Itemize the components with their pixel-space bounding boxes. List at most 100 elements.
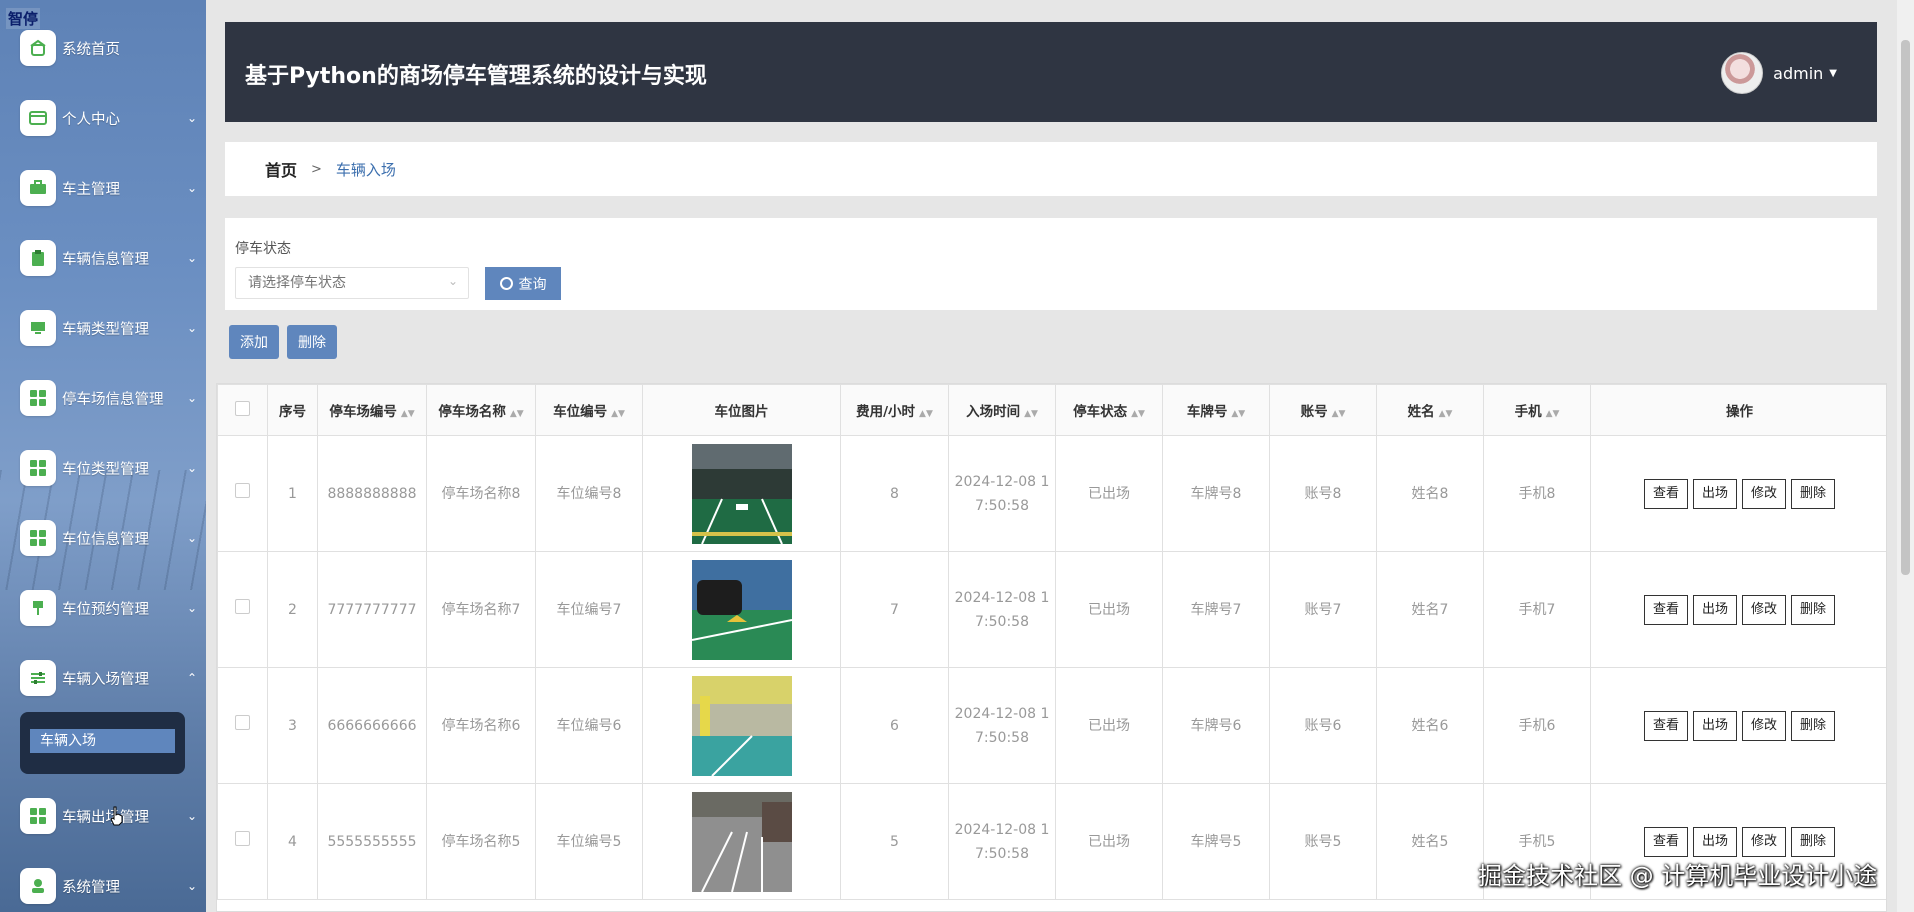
cell-entry-time: 2024-12-08 1 7:50:58 [948, 551, 1056, 668]
sort-icon: ▲▼ [1331, 409, 1346, 419]
cell-index: 1 [267, 435, 318, 552]
cell-plate: 车牌号6 [1162, 667, 1270, 784]
edit-button[interactable]: 修改 [1742, 478, 1787, 509]
sidebar-item-home[interactable]: 系统首页 [20, 28, 200, 68]
edit-button[interactable]: 修改 [1742, 826, 1787, 857]
entry-time-line2: 7:50:58 [975, 845, 1029, 862]
sidebar-item-owners[interactable]: 车主管理 ⌄ [20, 168, 200, 208]
delete-button[interactable]: 删除 [1791, 478, 1836, 509]
view-button[interactable]: 查看 [1643, 594, 1688, 625]
col-header[interactable]: 姓名 ▲▼ [1376, 384, 1484, 436]
sidebar-item-entry[interactable]: 车辆入场管理 ⌃ [20, 658, 200, 698]
sidebar-item-system[interactable]: 系统管理 ⌄ [20, 866, 200, 906]
select-all-checkbox[interactable] [217, 384, 268, 436]
col-header[interactable]: 费用/小时 ▲▼ [840, 384, 949, 436]
sort-icon: ▲▼ [1231, 409, 1246, 419]
col-header[interactable]: 车牌号 ▲▼ [1162, 384, 1270, 436]
status-select[interactable]: ⌄ [235, 267, 469, 299]
home-icon [20, 30, 56, 66]
sidebar-item-vehicle-type[interactable]: 车辆类型管理 ⌄ [20, 308, 200, 348]
sidebar-item-reservation[interactable]: 车位预约管理 ⌄ [20, 588, 200, 628]
col-header[interactable]: 入场时间 ▲▼ [948, 384, 1056, 436]
sidebar-item-lot-info[interactable]: 停车场信息管理 ⌄ [20, 378, 200, 418]
col-header[interactable]: 手机 ▲▼ [1483, 384, 1591, 436]
sidebar-item-label: 车主管理 [62, 181, 120, 198]
col-header[interactable]: 停车场名称 ▲▼ [426, 384, 536, 436]
chevron-down-icon: ⌄ [186, 461, 198, 475]
add-button[interactable]: 添加 [229, 325, 279, 359]
status-filter-label: 停车状态 [235, 241, 291, 257]
avatar[interactable] [1721, 52, 1764, 94]
exit-button[interactable]: 出场 [1692, 478, 1737, 509]
cell-name: 姓名5 [1376, 783, 1484, 900]
batch-delete-button[interactable]: 删除 [287, 325, 337, 359]
cell-space-no: 车位编号6 [535, 667, 643, 784]
row-checkbox[interactable] [217, 783, 268, 900]
exit-button[interactable]: 出场 [1692, 710, 1737, 741]
sort-icon: ▲▼ [400, 409, 415, 419]
sidebar-item-profile[interactable]: 个人中心 ⌄ [20, 98, 200, 138]
status-select-input[interactable] [246, 274, 400, 292]
caret-down-icon[interactable]: ▼ [1829, 68, 1837, 79]
chevron-down-icon: ⌄ [186, 111, 198, 125]
user-menu[interactable]: admin ▼ [1721, 52, 1837, 94]
chevron-down-icon: ⌄ [186, 879, 198, 893]
col-header[interactable]: 账号 ▲▼ [1269, 384, 1377, 436]
delete-button[interactable]: 删除 [1791, 594, 1836, 625]
table-header-row: 序号 停车场编号 ▲▼ 停车场名称 ▲▼ 车位编号 ▲▼ 车位图片 费用/小时 ▲▼ 入… [217, 384, 1886, 436]
cell-actions: 查看 出场 修改 删除 [1590, 551, 1886, 668]
page-scrollbar[interactable] [1897, 0, 1914, 912]
col-header[interactable]: 停车场编号 ▲▼ [317, 384, 427, 436]
cell-index: 4 [267, 783, 318, 900]
sidebar-item-space-type[interactable]: 车位类型管理 ⌄ [20, 448, 200, 488]
view-button[interactable]: 查看 [1643, 710, 1688, 741]
cell-account: 账号5 [1269, 783, 1377, 900]
watermark: 掘金技术社区 @ 计算机毕业设计小途 [1478, 862, 1878, 890]
scrollbar-thumb[interactable] [1901, 40, 1910, 575]
sidebar-item-space-info[interactable]: 车位信息管理 ⌄ [20, 518, 200, 558]
submenu-item-vehicle-entry[interactable]: 车辆入场 [30, 729, 175, 753]
sidebar-item-vehicle-info[interactable]: 车辆信息管理 ⌄ [20, 238, 200, 278]
delete-button[interactable]: 删除 [1791, 710, 1836, 741]
row-checkbox[interactable] [217, 435, 268, 552]
sidebar-item-label: 车位信息管理 [62, 531, 149, 548]
cell-phone: 手机7 [1483, 551, 1591, 668]
cell-status: 已出场 [1055, 783, 1163, 900]
cell-plate: 车牌号7 [1162, 551, 1270, 668]
cell-plate: 车牌号5 [1162, 783, 1270, 900]
breadcrumb: 首页 > 车辆入场 [225, 142, 1877, 196]
entry-time-line1: 2024-12-08 1 [954, 705, 1050, 722]
exit-button[interactable]: 出场 [1692, 594, 1737, 625]
delete-button[interactable]: 删除 [1791, 826, 1836, 857]
parking-space-photo [691, 675, 792, 776]
col-header[interactable]: 停车状态 ▲▼ [1055, 384, 1163, 436]
sliders-icon [20, 660, 56, 696]
cell-space-image[interactable] [642, 435, 841, 552]
chevron-down-icon: ⌄ [186, 251, 198, 265]
cell-space-image[interactable] [642, 667, 841, 784]
table-row: 3 6666666666 停车场名称6 车位编号6 6 2024-12-08 1 7:50:… [217, 667, 1886, 784]
cell-space-image[interactable] [642, 551, 841, 668]
sidebar-item-label: 个人中心 [62, 111, 120, 128]
cell-space-image[interactable] [642, 783, 841, 900]
username[interactable]: admin [1773, 64, 1823, 83]
breadcrumb-home[interactable]: 首页 [265, 157, 297, 181]
edit-button[interactable]: 修改 [1742, 710, 1787, 741]
cell-lot-no: 7777777777 [317, 551, 427, 668]
query-button[interactable]: 查询 [485, 267, 561, 300]
cell-fee: 6 [840, 667, 949, 784]
row-checkbox[interactable] [217, 667, 268, 784]
brand-logo: 智停 [6, 8, 41, 29]
entry-time-line1: 2024-12-08 1 [954, 473, 1050, 490]
grid-icon [20, 380, 56, 416]
col-header[interactable]: 车位编号 ▲▼ [535, 384, 643, 436]
cell-lot-no: 5555555555 [317, 783, 427, 900]
exit-button[interactable]: 出场 [1692, 826, 1737, 857]
view-button[interactable]: 查看 [1643, 826, 1688, 857]
view-button[interactable]: 查看 [1643, 478, 1688, 509]
row-checkbox[interactable] [217, 551, 268, 668]
sidebar-item-label: 车位预约管理 [62, 601, 149, 618]
sidebar-item-label: 车位类型管理 [62, 461, 149, 478]
table-row: 1 8888888888 停车场名称8 车位编号8 8 2024-12-08 1 7:50:… [217, 435, 1886, 552]
edit-button[interactable]: 修改 [1742, 594, 1787, 625]
